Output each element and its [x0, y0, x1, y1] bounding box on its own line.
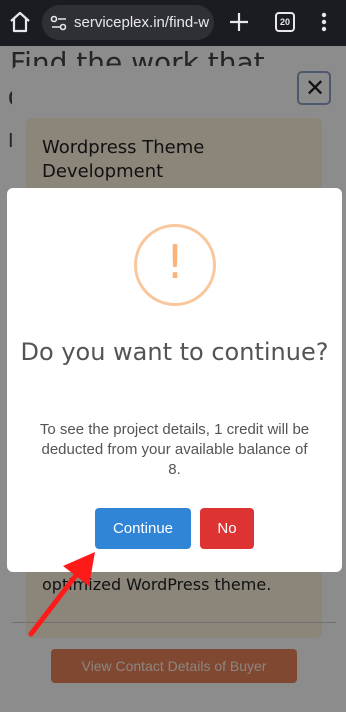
new-tab-icon[interactable]	[228, 11, 250, 33]
continue-button[interactable]: Continue	[95, 508, 191, 549]
site-settings-icon[interactable]	[50, 15, 68, 31]
home-icon[interactable]	[8, 10, 32, 34]
more-options-icon[interactable]	[321, 12, 327, 32]
address-bar[interactable]: serviceplex.in/find-w	[42, 5, 214, 40]
dialog-message: To see the project details, 1 credit wil…	[39, 421, 310, 478]
url-text: serviceplex.in/find-w	[74, 14, 210, 31]
warning-icon: !	[134, 224, 216, 306]
no-button[interactable]: No	[200, 508, 254, 549]
dialog-title: Do you want to continue?	[20, 338, 329, 366]
confirm-dialog: ! Do you want to continue? To see the pr…	[7, 188, 342, 572]
pointer-arrow-icon	[28, 552, 95, 637]
warning-icon-glyph: !	[165, 235, 185, 289]
browser-toolbar: serviceplex.in/find-w 20	[0, 0, 346, 46]
tab-switcher-button[interactable]: 20	[275, 12, 295, 32]
